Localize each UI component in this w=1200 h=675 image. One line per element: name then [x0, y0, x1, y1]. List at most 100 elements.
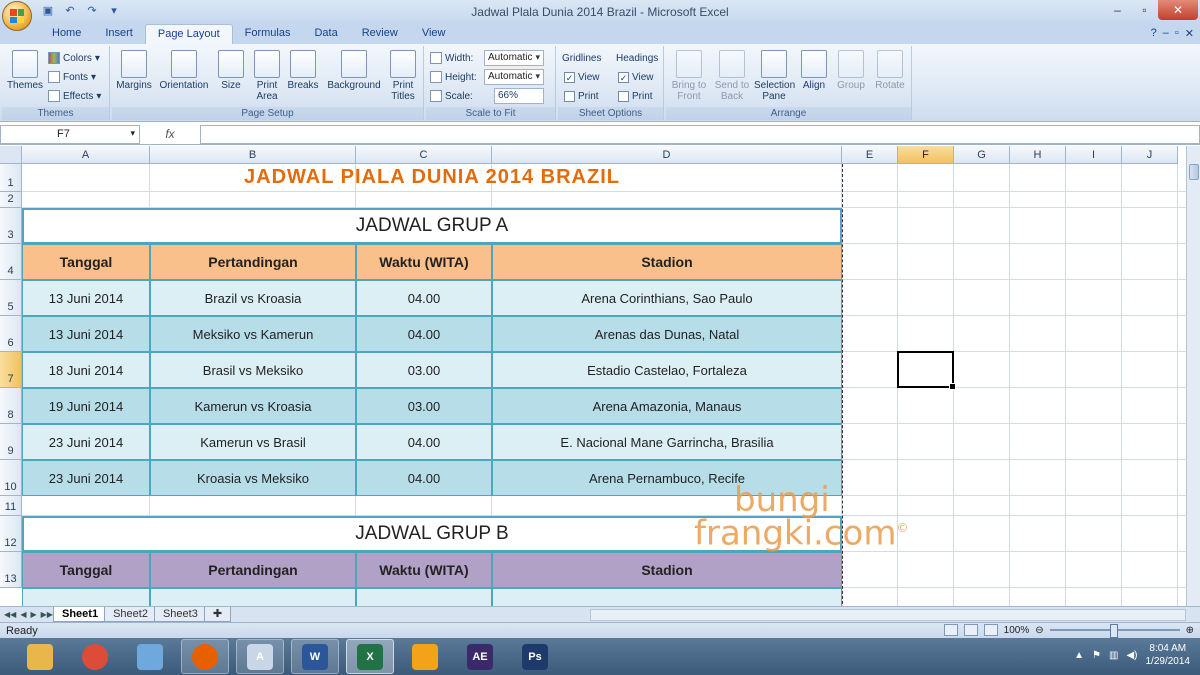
sheet-tab-sheet3[interactable]: Sheet3 — [153, 607, 207, 622]
table-cell[interactable] — [22, 588, 150, 606]
column-header-b[interactable]: B — [150, 146, 356, 164]
taskbar-button[interactable]: W — [291, 639, 339, 674]
cell-grid[interactable]: JADWAL PIALA DUNIA 2014 BRAZIL JADWAL GRU… — [22, 164, 1186, 606]
table-cell[interactable]: Meksiko vs Kamerun — [150, 316, 356, 352]
taskbar-button[interactable]: A — [236, 639, 284, 674]
zoom-level[interactable]: 100% — [1004, 625, 1030, 636]
row-header-5[interactable]: 5 — [0, 280, 22, 316]
group-a-header[interactable]: Waktu (WITA) — [356, 244, 492, 280]
first-sheet-icon[interactable]: ◀◀ — [4, 610, 16, 619]
row-header-1[interactable]: 1 — [0, 164, 22, 192]
table-cell[interactable]: 04.00 — [356, 460, 492, 496]
headings-view-checkbox[interactable]: ✓ View — [618, 69, 654, 85]
office-button[interactable] — [2, 1, 32, 31]
table-cell[interactable]: E. Nacional Mane Garrincha, Brasilia — [492, 424, 842, 460]
row-header-7[interactable]: 7 — [0, 352, 22, 388]
size-button[interactable]: Size — [216, 50, 246, 91]
tab-data[interactable]: Data — [302, 24, 349, 44]
table-cell[interactable]: 13 Juni 2014 — [22, 280, 150, 316]
row-header-8[interactable]: 8 — [0, 388, 22, 424]
table-cell[interactable]: Brazil vs Kroasia — [150, 280, 356, 316]
workbook-close-icon[interactable]: ✕ — [1185, 27, 1194, 40]
table-cell[interactable]: 23 Juni 2014 — [22, 460, 150, 496]
name-box[interactable]: F7 — [0, 124, 140, 144]
workbook-restore-icon[interactable]: ▫ — [1175, 27, 1179, 40]
table-cell[interactable]: 04.00 — [356, 316, 492, 352]
row-header-13[interactable]: 13 — [0, 552, 22, 588]
select-all-corner[interactable] — [0, 146, 22, 164]
minimize-icon[interactable]: – — [1104, 0, 1131, 20]
table-cell[interactable] — [492, 588, 842, 606]
page-break-view-icon[interactable] — [983, 624, 998, 636]
table-cell[interactable]: 13 Juni 2014 — [22, 316, 150, 352]
colors-button[interactable]: Colors ▾ — [48, 50, 100, 66]
tab-review[interactable]: Review — [350, 24, 410, 44]
background-button[interactable]: Background — [324, 50, 384, 91]
help-icon[interactable]: ? — [1151, 27, 1157, 40]
insert-function-icon[interactable]: fx — [140, 127, 200, 141]
row-header-3[interactable]: 3 — [0, 208, 22, 244]
group-b-header[interactable]: Tanggal — [22, 552, 150, 588]
column-header-a[interactable]: A — [22, 146, 150, 164]
margins-button[interactable]: Margins — [114, 50, 154, 91]
horizontal-scrollbar[interactable] — [590, 609, 1186, 621]
taskbar-button[interactable]: Ps — [511, 639, 559, 674]
row-header-6[interactable]: 6 — [0, 316, 22, 352]
table-cell[interactable] — [150, 588, 356, 606]
next-sheet-icon[interactable]: ▶ — [30, 610, 36, 619]
table-cell[interactable]: Kamerun vs Brasil — [150, 424, 356, 460]
row-header-4[interactable]: 4 — [0, 244, 22, 280]
group-b-header[interactable]: Pertandingan — [150, 552, 356, 588]
table-cell[interactable]: Estadio Castelao, Fortaleza — [492, 352, 842, 388]
sheet-tab-sheet1[interactable]: Sheet1 — [53, 607, 108, 622]
column-header-c[interactable]: C — [356, 146, 492, 164]
column-header-j[interactable]: J — [1122, 146, 1178, 164]
rotate-button[interactable]: Rotate — [872, 50, 908, 91]
normal-view-icon[interactable] — [943, 624, 958, 636]
table-cell[interactable]: Brasil vs Meksiko — [150, 352, 356, 388]
table-cell[interactable]: 18 Juni 2014 — [22, 352, 150, 388]
flag-icon[interactable]: ⚑ — [1092, 650, 1101, 661]
maximize-icon[interactable]: ▫ — [1131, 0, 1158, 20]
taskbar-button[interactable] — [126, 639, 174, 674]
zoom-slider[interactable] — [1049, 624, 1180, 638]
selection-pane-button[interactable]: Selection Pane — [754, 50, 795, 102]
zoom-out-icon[interactable]: ⊖ — [1035, 625, 1043, 636]
tray-arrow-icon[interactable]: ▲ — [1074, 650, 1084, 661]
clock[interactable]: 8:04 AM 1/29/2014 — [1146, 642, 1191, 668]
send-to-back-button[interactable]: Send to Back — [712, 50, 752, 102]
table-cell[interactable]: 04.00 — [356, 424, 492, 460]
taskbar-button[interactable] — [401, 639, 449, 674]
volume-icon[interactable]: ◀) — [1126, 650, 1137, 661]
column-header-f[interactable]: F — [898, 146, 954, 164]
group-a-header[interactable]: Pertandingan — [150, 244, 356, 280]
print-area-button[interactable]: Print Area — [250, 50, 284, 102]
row-header-12[interactable]: 12 — [0, 516, 22, 552]
tab-formulas[interactable]: Formulas — [233, 24, 303, 44]
column-header-d[interactable]: D — [492, 146, 842, 164]
page-layout-view-icon[interactable] — [963, 624, 978, 636]
table-cell[interactable]: Kamerun vs Kroasia — [150, 388, 356, 424]
taskbar-button[interactable]: AE — [456, 639, 504, 674]
table-cell[interactable]: Kroasia vs Meksiko — [150, 460, 356, 496]
orientation-button[interactable]: Orientation — [156, 50, 212, 91]
tab-page-layout[interactable]: Page Layout — [144, 24, 233, 44]
print-titles-button[interactable]: Print Titles — [386, 50, 420, 102]
column-header-h[interactable]: H — [1010, 146, 1066, 164]
last-sheet-icon[interactable]: ▶▶ — [41, 610, 53, 619]
network-icon[interactable]: ▥ — [1109, 650, 1118, 661]
column-header-g[interactable]: G — [954, 146, 1010, 164]
scroll-thumb[interactable] — [1189, 164, 1199, 180]
scale-spinner[interactable]: 66% — [494, 88, 544, 104]
gridlines-print-checkbox[interactable]: Print — [564, 88, 599, 104]
zoom-in-icon[interactable]: ⊕ — [1186, 625, 1194, 636]
fonts-button[interactable]: Fonts ▾ — [48, 69, 96, 85]
vertical-scrollbar[interactable] — [1186, 146, 1200, 606]
table-cell[interactable]: Arena Corinthians, Sao Paulo — [492, 280, 842, 316]
column-header-i[interactable]: I — [1066, 146, 1122, 164]
table-cell[interactable]: Arena Amazonia, Manaus — [492, 388, 842, 424]
row-header-11[interactable]: 11 — [0, 496, 22, 516]
gridlines-view-checkbox[interactable]: ✓ View — [564, 69, 600, 85]
row-header-10[interactable]: 10 — [0, 460, 22, 496]
table-cell[interactable]: Arenas das Dunas, Natal — [492, 316, 842, 352]
